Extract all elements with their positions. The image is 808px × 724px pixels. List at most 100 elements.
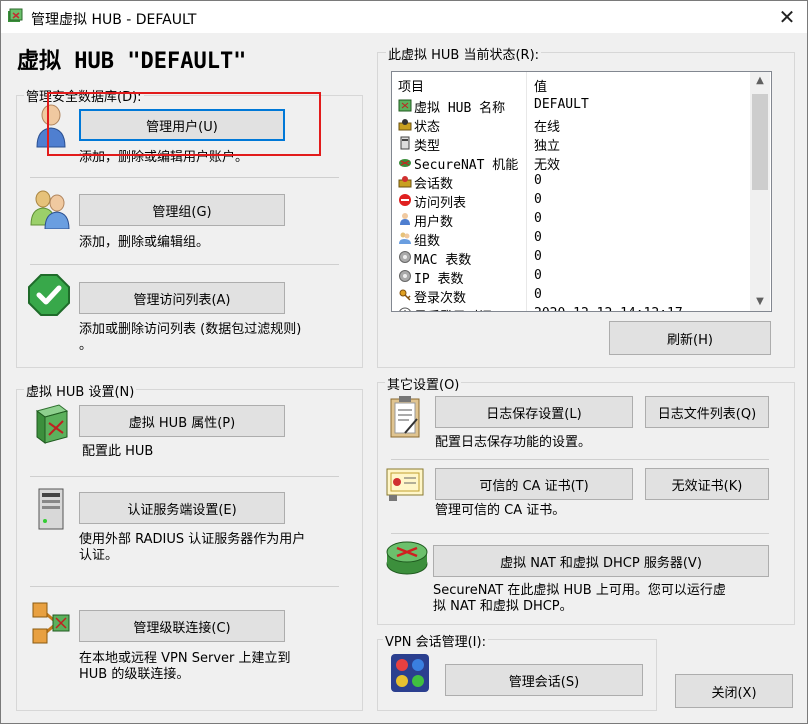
vpn-session-label: VPN 会话管理(I): <box>383 631 488 650</box>
close-button[interactable]: 关闭(X) <box>675 674 793 708</box>
hub-settings-label: 虚拟 HUB 设置(N) <box>24 381 137 400</box>
table-row[interactable]: IP 表数 0 <box>392 267 750 287</box>
row-value: 0 <box>534 192 542 207</box>
router-icon <box>386 541 428 575</box>
column-value[interactable]: 值 <box>534 76 547 95</box>
cascade-desc-line2: HUB 的级联连接。 <box>79 667 190 682</box>
title-bar: 管理虚拟 HUB - DEFAULT ✕ <box>1 1 807 33</box>
row-value: DEFAULT <box>534 97 589 112</box>
column-item[interactable]: 项目 <box>398 76 424 95</box>
router-icon <box>399 159 411 167</box>
separator <box>30 586 339 587</box>
manage-groups-button[interactable]: 管理组(G) <box>79 194 285 226</box>
dialog-window: 管理虚拟 HUB - DEFAULT ✕ 虚拟 HUB "DEFAULT" 管理… <box>0 0 808 724</box>
scroll-up-icon[interactable]: ▲ <box>750 72 770 90</box>
row-key: IP 表数 <box>414 272 464 287</box>
key-icon <box>399 289 411 301</box>
app-icon <box>8 8 23 22</box>
log-file-list-button[interactable]: 日志文件列表(Q) <box>645 396 769 428</box>
close-icon[interactable]: ✕ <box>769 3 805 31</box>
revoked-certs-button[interactable]: 无效证书(K) <box>645 468 769 500</box>
row-value: 0 <box>534 173 542 188</box>
access-list-desc-line2: 。 <box>79 338 93 353</box>
cascade-desc-line1: 在本地或远程 VPN Server 上建立到 <box>79 651 291 666</box>
table-row[interactable]: 用户数 0 <box>392 210 750 230</box>
row-key: 组数 <box>414 234 441 249</box>
scroll-thumb[interactable] <box>752 94 768 190</box>
cascade-icon <box>32 602 70 644</box>
listview-header: 项目 值 <box>392 72 750 96</box>
log-save-desc: 配置日志保存功能的设置。 <box>435 435 592 450</box>
table-row[interactable]: SecureNAT 机能 无效 <box>392 153 750 173</box>
row-value: 无效 <box>534 158 561 173</box>
gear-icon <box>399 251 411 263</box>
row-key: 会话数 <box>414 177 454 192</box>
vertical-scrollbar[interactable]: ▲ ▼ <box>750 72 770 311</box>
table-row[interactable]: 登录次数 0 <box>392 286 750 306</box>
user-icon <box>400 213 410 225</box>
other-settings-label: 其它设置(O) <box>385 374 462 393</box>
trusted-ca-desc: 管理可信的 CA 证书。 <box>435 503 566 518</box>
status-listview[interactable]: 项目 值 虚拟 HUB 名称 DEFAULT 状态 在线 类型 独立 SecureNAT 机… <box>391 71 772 312</box>
hub-properties-desc: 配置此 HUB <box>82 444 154 459</box>
server-icon <box>400 136 410 150</box>
log-save-settings-button[interactable]: 日志保存设置(L) <box>435 396 633 428</box>
row-value: 0 <box>534 287 542 302</box>
row-key: MAC 表数 <box>414 253 472 268</box>
hub-properties-button[interactable]: 虚拟 HUB 属性(P) <box>79 405 285 437</box>
table-row[interactable]: 虚拟 HUB 名称 DEFAULT <box>392 96 750 116</box>
check-icon <box>28 274 70 316</box>
separator <box>30 476 339 477</box>
row-key: 访问列表 <box>414 196 467 211</box>
row-value: 0 <box>534 230 542 245</box>
nat-desc-line2: 拟 NAT 和虚拟 DHCP。 <box>433 599 573 614</box>
table-row[interactable]: 会话数 0 <box>392 172 750 192</box>
block-icon <box>399 194 411 206</box>
refresh-button[interactable]: 刷新(H) <box>609 321 771 355</box>
separator <box>391 533 769 534</box>
access-list-desc-line1: 添加或删除访问列表 (数据包过滤规则) <box>79 322 302 337</box>
server-icon <box>38 488 64 530</box>
scroll-down-icon[interactable]: ▼ <box>750 293 770 311</box>
manage-access-list-button[interactable]: 管理访问列表(A) <box>79 282 285 314</box>
row-key: 用户数 <box>414 215 454 230</box>
manage-cascade-button[interactable]: 管理级联连接(C) <box>79 610 285 642</box>
auth-server-desc-line2: 认证。 <box>79 548 119 563</box>
table-row[interactable]: 最后登录时间 2020-12-12 14:12:17 <box>392 305 750 311</box>
row-key: 类型 <box>414 139 441 154</box>
auth-server-desc-line1: 使用外部 RADIUS 认证服务器作为用户 <box>79 532 306 547</box>
row-value: 2020-12-12 14:12:17 <box>534 306 683 311</box>
hub-title: 虚拟 HUB "DEFAULT" <box>17 49 247 74</box>
row-key: SecureNAT 机能 <box>414 158 519 173</box>
row-key: 虚拟 HUB 名称 <box>414 101 506 116</box>
row-key: 登录次数 <box>414 291 467 306</box>
row-value: 0 <box>534 211 542 226</box>
table-row[interactable]: 组数 0 <box>392 229 750 249</box>
table-row[interactable]: 访问列表 0 <box>392 191 750 211</box>
manage-groups-desc: 添加，删除或编辑组。 <box>79 235 210 250</box>
manage-sessions-button[interactable]: 管理会话(S) <box>445 664 643 696</box>
row-value: 在线 <box>534 120 561 135</box>
clock-icon <box>399 307 411 311</box>
certificate-icon <box>386 468 424 501</box>
table-row[interactable]: MAC 表数 0 <box>392 248 750 268</box>
separator <box>391 459 769 460</box>
clipboard-icon <box>390 396 420 438</box>
virtual-nat-dhcp-button[interactable]: 虚拟 NAT 和虚拟 DHCP 服务器(V) <box>433 545 769 577</box>
gear-icon <box>399 270 411 282</box>
hub-icon <box>398 99 412 112</box>
row-value: 独立 <box>534 139 561 154</box>
row-value: 0 <box>534 249 542 264</box>
table-row[interactable]: 类型 独立 <box>392 134 750 154</box>
nat-desc-line1: SecureNAT 在此虚拟 HUB 上可用。您可以运行虚 <box>433 583 726 598</box>
trusted-ca-button[interactable]: 可信的 CA 证书(T) <box>435 468 633 500</box>
table-row[interactable]: 状态 在线 <box>392 115 750 135</box>
auth-server-button[interactable]: 认证服务端设置(E) <box>79 492 285 524</box>
row-value: 0 <box>534 268 542 283</box>
row-key: 最后登录时间 <box>414 306 492 311</box>
session-icon <box>398 176 412 188</box>
group-icon <box>30 190 70 229</box>
status-label: 此虚拟 HUB 当前状态(R): <box>386 44 542 63</box>
window-title: 管理虚拟 HUB - DEFAULT <box>31 12 197 28</box>
sessions-icon <box>391 654 429 692</box>
